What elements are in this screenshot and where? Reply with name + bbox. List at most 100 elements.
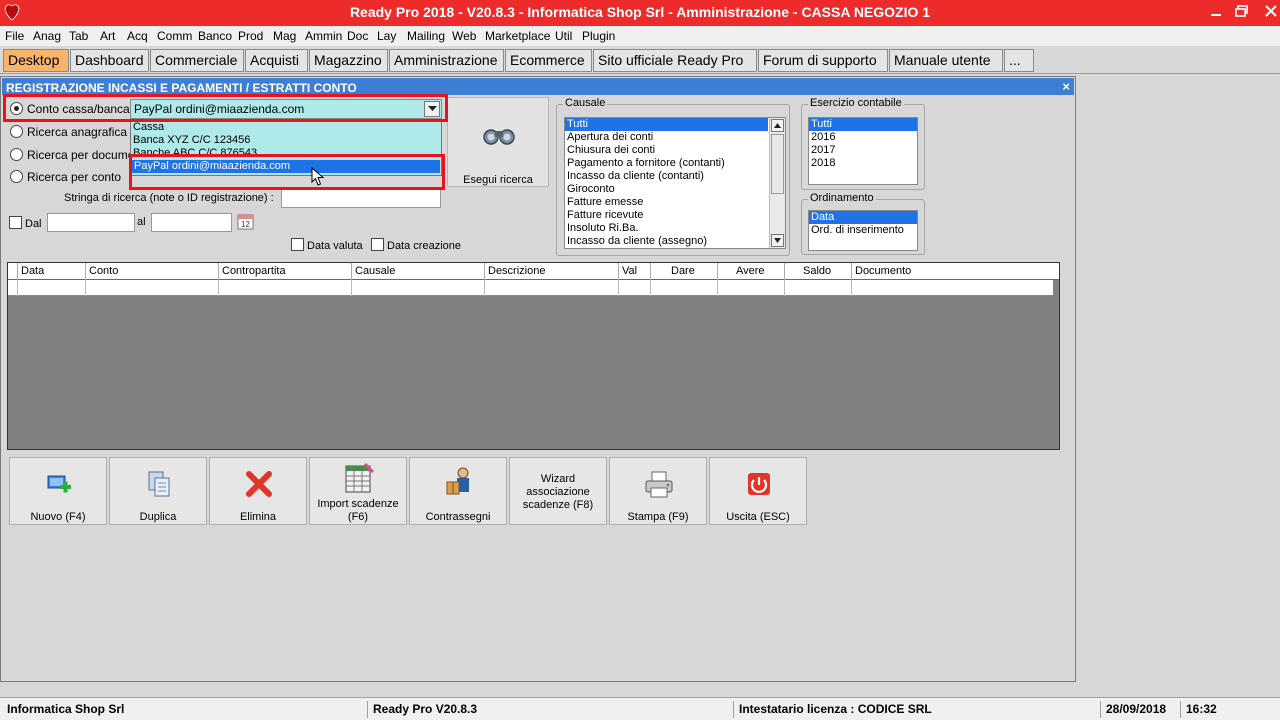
menu-tab[interactable]: Tab: [69, 29, 88, 43]
column-header[interactable]: Avere: [717, 263, 784, 280]
creation-date-checkbox[interactable]: Data creazione: [371, 238, 461, 252]
column-header[interactable]: Causale: [351, 263, 484, 280]
column-header[interactable]: Contropartita: [218, 263, 351, 280]
panel-close-icon[interactable]: ×: [1062, 79, 1070, 94]
delete-button[interactable]: Elimina: [209, 457, 307, 525]
list-item[interactable]: Giroconto: [565, 183, 785, 196]
close-button[interactable]: [1254, 0, 1280, 22]
list-item[interactable]: Pagamento a fornitore (contanti): [565, 157, 785, 170]
menu-marketplace[interactable]: Marketplace: [485, 29, 550, 43]
table-cell[interactable]: [717, 280, 784, 296]
import-scadenze-button[interactable]: Import scadenze (F6): [309, 457, 407, 525]
menu-file[interactable]: File: [5, 29, 24, 43]
menu-art[interactable]: Art: [100, 29, 115, 43]
contrassegni-button[interactable]: Contrassegni: [409, 457, 507, 525]
list-item[interactable]: Fatture emesse: [565, 196, 785, 209]
tab-acquisti[interactable]: Acquisti: [245, 49, 308, 72]
menu-anag[interactable]: Anag: [33, 29, 61, 43]
column-header[interactable]: Conto: [85, 263, 218, 280]
duplicate-button[interactable]: Duplica: [109, 457, 207, 525]
search-string-input[interactable]: [281, 189, 441, 208]
menu-ammin[interactable]: Ammin: [305, 29, 342, 43]
list-item[interactable]: Chiusura dei conti: [565, 144, 785, 157]
tab-ecommerce[interactable]: Ecommerce: [505, 49, 592, 72]
calendar-icon[interactable]: 12: [237, 213, 254, 230]
date-to-input[interactable]: [151, 213, 232, 232]
column-header[interactable]: Dare: [650, 263, 717, 280]
list-item[interactable]: Apertura dei conti: [565, 131, 785, 144]
date-from-input[interactable]: [47, 213, 135, 232]
tab-sito-ufficiale[interactable]: Sito ufficiale Ready Pro: [593, 49, 757, 72]
menu-web[interactable]: Web: [452, 29, 476, 43]
list-item[interactable]: Tutti: [809, 118, 917, 131]
list-item[interactable]: 2017: [809, 144, 917, 157]
scroll-up-icon[interactable]: [771, 119, 784, 132]
tab-manuale[interactable]: Manuale utente: [889, 49, 1003, 72]
table-cell[interactable]: [851, 280, 1051, 296]
date-filter-checkbox[interactable]: Dal: [9, 216, 42, 230]
radio-icon: [10, 125, 23, 138]
tab-magazzino[interactable]: Magazzino: [309, 49, 388, 72]
radio-icon: [10, 148, 23, 161]
menu-plugin[interactable]: Plugin: [582, 29, 615, 43]
list-item[interactable]: 2018: [809, 157, 917, 170]
table-row[interactable]: [8, 280, 1053, 296]
dropdown-option[interactable]: Banca XYZ C/C 123456: [133, 134, 250, 147]
column-header[interactable]: Descrizione: [484, 263, 618, 280]
menu-acq[interactable]: Acq: [127, 29, 148, 43]
menu-util[interactable]: Util: [555, 29, 572, 43]
list-item[interactable]: Tutti: [565, 118, 768, 131]
tab-forum[interactable]: Forum di supporto: [758, 49, 888, 72]
menu-mailing[interactable]: Mailing: [407, 29, 445, 43]
causale-scrollbar[interactable]: [769, 118, 785, 248]
wizard-associazione-button[interactable]: Wizard associazione scadenze (F8): [509, 457, 607, 525]
print-button[interactable]: Stampa (F9): [609, 457, 707, 525]
menu-mag[interactable]: Mag: [273, 29, 296, 43]
causale-title: Causale: [563, 97, 608, 109]
menu-prod[interactable]: Prod: [238, 29, 263, 43]
transactions-grid[interactable]: Data Conto Contropartita Causale Descriz…: [7, 262, 1060, 450]
value-date-checkbox[interactable]: Data valuta: [291, 238, 363, 252]
scroll-thumb[interactable]: [771, 134, 784, 194]
search-button[interactable]: Esegui ricerca: [447, 97, 549, 187]
list-item[interactable]: Ord. di inserimento: [809, 224, 917, 237]
list-item[interactable]: Fatture ricevute: [565, 209, 785, 222]
option-ricerca-documento[interactable]: Ricerca per documen: [10, 148, 141, 164]
table-cell[interactable]: [650, 280, 717, 296]
column-header[interactable]: Documento: [851, 263, 1051, 280]
menu-lay[interactable]: Lay: [377, 29, 396, 43]
scroll-down-icon[interactable]: [771, 234, 784, 247]
option-ricerca-anagrafica[interactable]: Ricerca anagrafica: [10, 125, 127, 141]
causale-list[interactable]: Tutti Apertura dei conti Chiusura dei co…: [564, 117, 786, 249]
exit-button[interactable]: Uscita (ESC): [709, 457, 807, 525]
tab-amministrazione[interactable]: Amministrazione: [389, 49, 504, 72]
menu-doc[interactable]: Doc: [347, 29, 368, 43]
option-ricerca-conto[interactable]: Ricerca per conto: [10, 170, 121, 186]
esercizio-list[interactable]: Tutti 2016 2017 2018: [808, 117, 918, 185]
table-cell[interactable]: [484, 280, 618, 296]
list-item[interactable]: Insoluto Ri.Ba.: [565, 222, 785, 235]
list-item[interactable]: 2016: [809, 131, 917, 144]
new-button[interactable]: Nuovo (F4): [9, 457, 107, 525]
table-cell[interactable]: [218, 280, 351, 296]
table-cell[interactable]: [351, 280, 484, 296]
ordinamento-title: Ordinamento: [808, 192, 876, 204]
table-cell[interactable]: [618, 280, 650, 296]
column-header[interactable]: Saldo: [784, 263, 851, 280]
dropdown-option[interactable]: Cassa: [133, 121, 164, 134]
column-header[interactable]: Data: [17, 263, 85, 280]
tab-more[interactable]: ...: [1004, 49, 1034, 72]
table-cell[interactable]: [85, 280, 218, 296]
menu-banco[interactable]: Banco: [198, 29, 232, 43]
table-cell[interactable]: [17, 280, 85, 296]
tab-desktop[interactable]: Desktop: [3, 49, 69, 72]
tab-dashboard[interactable]: Dashboard: [70, 49, 149, 72]
tab-commerciale[interactable]: Commerciale: [150, 49, 244, 72]
list-item[interactable]: Data: [809, 211, 917, 224]
menu-comm[interactable]: Comm: [157, 29, 192, 43]
list-item[interactable]: Incasso da cliente (assegno): [565, 235, 785, 248]
table-cell[interactable]: [784, 280, 851, 296]
list-item[interactable]: Incasso da cliente (contanti): [565, 170, 785, 183]
column-header[interactable]: Val: [618, 263, 650, 280]
ordinamento-list[interactable]: Data Ord. di inserimento: [808, 210, 918, 251]
